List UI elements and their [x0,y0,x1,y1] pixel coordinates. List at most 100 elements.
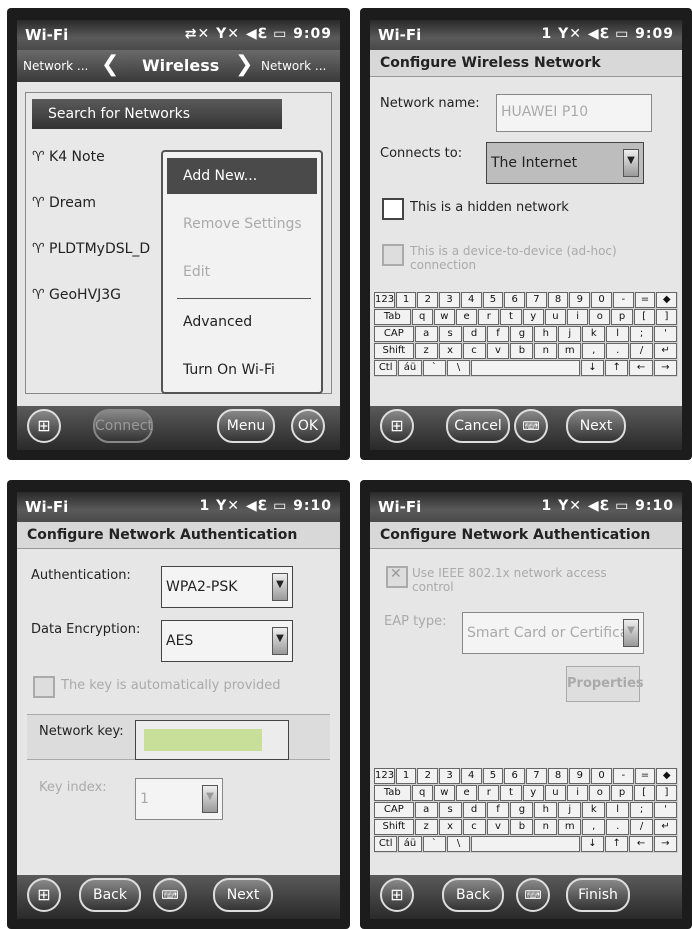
key[interactable]: 8 [547,292,569,308]
next-button[interactable]: Next [213,878,273,912]
key[interactable]: 3 [439,768,460,784]
key[interactable]: 5 [482,292,504,308]
key[interactable]: ← [629,360,653,376]
key[interactable]: y [522,785,544,801]
hidden-network-checkbox[interactable] [382,198,404,220]
key[interactable]: y [522,309,544,325]
key[interactable]: , [582,343,606,359]
key[interactable]: a [414,802,438,818]
key[interactable]: 123 [374,768,395,784]
key[interactable]: ← [629,836,653,852]
windows-start-icon[interactable]: ⊞ [380,409,414,443]
key[interactable]: ] [655,785,677,801]
back-button[interactable]: Back [442,878,504,912]
key[interactable]: Shift [374,343,414,359]
cancel-button[interactable]: Cancel [446,409,510,443]
key[interactable]: v [486,819,510,835]
key[interactable]: v [486,343,510,359]
key[interactable]: i [566,785,589,801]
key[interactable]: u [544,309,566,325]
key[interactable]: z [414,343,438,359]
key[interactable]: q [411,309,433,325]
key[interactable]: 7 [526,292,547,308]
key[interactable]: g [510,802,534,818]
key[interactable]: Ctl [374,836,398,852]
nav-next-label[interactable]: Network ... [261,59,326,73]
key[interactable]: w [433,309,455,325]
enter-key[interactable]: ↵ [654,819,677,835]
key[interactable]: 0 [591,292,612,308]
next-button[interactable]: Next [566,409,626,443]
key[interactable]: e [455,785,478,801]
enter-key[interactable]: ↵ [654,343,677,359]
key[interactable]: 9 [569,292,591,308]
key[interactable]: w [433,785,455,801]
key[interactable]: j [558,802,582,818]
key[interactable]: 2 [417,768,439,784]
key[interactable]: \ [446,836,471,852]
key[interactable]: u [544,785,566,801]
finish-button[interactable]: Finish [566,878,630,912]
key[interactable]: p [611,309,633,325]
key[interactable]: áü [398,360,422,376]
key[interactable]: áü [398,836,422,852]
key[interactable]: p [611,785,633,801]
key[interactable]: f [486,326,510,342]
key[interactable]: ; [630,802,654,818]
key[interactable]: t [500,785,522,801]
windows-start-icon[interactable]: ⊞ [27,409,61,443]
key[interactable]: o [589,785,611,801]
network-list-item[interactable]: ♈ K4 Note [32,149,105,165]
network-list-item[interactable]: ♈ Dream [32,195,96,211]
key[interactable]: 1 [395,292,417,308]
key[interactable]: - [612,292,634,308]
key[interactable]: ] [655,309,677,325]
key[interactable]: 4 [460,292,482,308]
key[interactable]: ↑ [605,360,629,376]
key[interactable]: . [606,819,630,835]
key[interactable]: b [510,819,534,835]
key[interactable]: g [510,326,534,342]
key[interactable]: d [462,802,486,818]
key[interactable]: ' [654,802,677,818]
authentication-dropdown[interactable]: WPA2-PSK ▼ [161,566,293,608]
key[interactable]: h [534,802,558,818]
search-networks-button[interactable]: Search for Networks [32,99,282,129]
key[interactable]: → [653,836,678,852]
key[interactable]: 6 [504,292,526,308]
key[interactable]: k [582,326,606,342]
windows-start-icon[interactable]: ⊞ [380,878,414,912]
key[interactable]: Tab [374,309,411,325]
connects-to-dropdown[interactable]: The Internet ▼ [486,142,644,184]
key[interactable]: CAP [374,326,414,342]
keyboard-icon[interactable]: ⌨ [153,878,187,912]
key[interactable]: [ [633,785,655,801]
key[interactable]: s [438,326,462,342]
key[interactable]: k [582,802,606,818]
key[interactable]: 123 [374,292,395,308]
key[interactable]: x [438,343,462,359]
network-name-input[interactable]: HUAWEI P10 [496,94,652,132]
key[interactable]: [ [633,309,655,325]
key[interactable]: 3 [439,292,460,308]
key[interactable]: j [558,326,582,342]
key[interactable]: ' [654,326,677,342]
key[interactable]: x [438,819,462,835]
key[interactable]: i [566,309,589,325]
menu-item-turn-on-wifi[interactable]: Turn On Wi-Fi [183,362,275,378]
ok-button[interactable]: OK [291,409,325,443]
key[interactable]: c [462,343,486,359]
key[interactable]: ↓ [580,360,605,376]
menu-button[interactable]: Menu [217,409,275,443]
key[interactable]: m [558,343,582,359]
on-screen-keyboard[interactable]: 123 1 2 3 4 5 6 7 8 9 0- = ◆ Tab q w e r t y u i o p[] CAP a s d f… [374,292,678,377]
key[interactable]: Ctl [374,360,398,376]
key[interactable]: f [486,802,510,818]
key[interactable]: a [414,326,438,342]
key[interactable]: , [582,819,606,835]
key[interactable]: e [455,309,478,325]
key[interactable]: m [558,819,582,835]
key[interactable]: d [462,326,486,342]
network-list-item[interactable]: ♈ PLDTMyDSL_D [32,241,150,257]
key[interactable]: \ [446,360,471,376]
